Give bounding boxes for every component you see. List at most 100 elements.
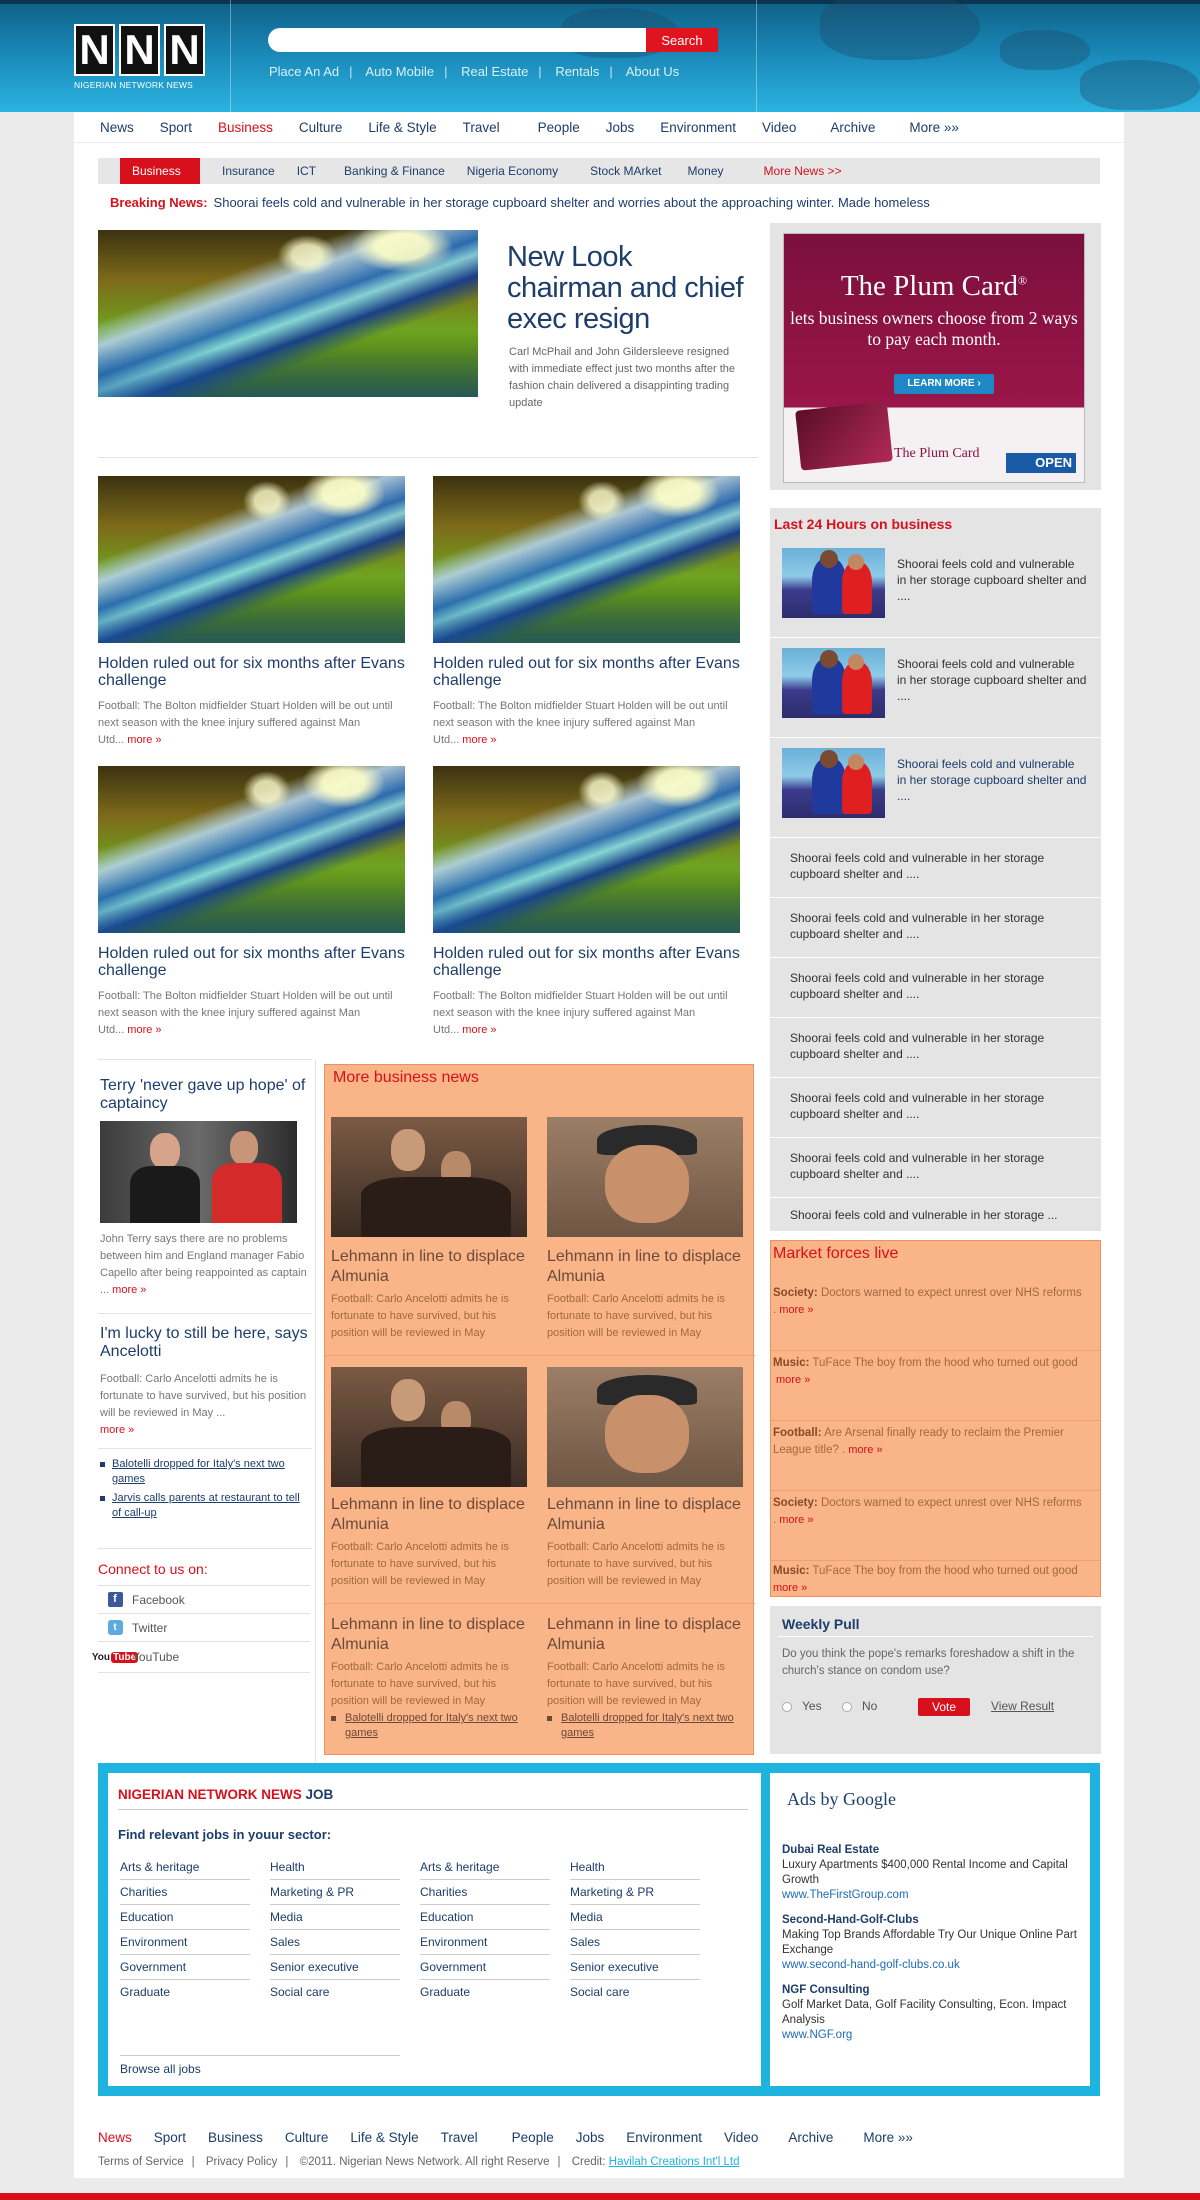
job-sector-link[interactable]: Marketing & PR <box>270 1880 400 1905</box>
lead-story-title[interactable]: New Look chairman and chief exec resign <box>507 242 747 335</box>
job-sector-link[interactable]: Government <box>120 1955 250 1980</box>
footer-nav-news[interactable]: News <box>98 2130 132 2145</box>
subnav-insurance[interactable]: Insurance <box>222 164 275 178</box>
story-image[interactable] <box>98 766 405 933</box>
more-link[interactable]: more » <box>779 1514 813 1526</box>
site-logo[interactable]: N N N <box>74 24 210 76</box>
more-link[interactable]: more » <box>779 1304 813 1316</box>
google-ad[interactable]: Second-Hand-Golf-Clubs Making Top Brands… <box>782 1913 1082 1973</box>
more-link[interactable]: more » <box>773 1582 807 1594</box>
privacy-link[interactable]: Privacy Policy <box>206 2156 278 2168</box>
nav-environment[interactable]: Environment <box>634 120 736 135</box>
list-item[interactable]: Shoorai feels cold and vulnerable in her… <box>770 838 1101 898</box>
google-ad[interactable]: NGF Consulting Golf Market Data, Golf Fa… <box>782 1983 1082 2043</box>
job-sector-link[interactable]: Arts & heritage <box>120 1855 250 1880</box>
job-sector-link[interactable]: Environment <box>420 1930 550 1955</box>
side-story-title[interactable]: Terry 'never gave up hope' of captaincy <box>100 1077 310 1113</box>
nav-people[interactable]: People <box>500 120 580 135</box>
subnav-money[interactable]: Money <box>688 164 724 178</box>
story-title[interactable]: Holden ruled out for six months after Ev… <box>433 945 743 979</box>
vote-button[interactable]: Vote <box>918 1698 970 1716</box>
footer-nav-culture[interactable]: Culture <box>285 2130 329 2145</box>
terry-photo[interactable] <box>100 1121 297 1223</box>
credit-link[interactable]: Havilah Creations Int'l Ltd <box>609 2156 740 2168</box>
job-sector-link[interactable]: Social care <box>270 1980 400 2005</box>
top-link-rentals[interactable]: Rentals <box>555 64 599 79</box>
nav-archive[interactable]: Archive <box>796 120 875 135</box>
job-sector-link[interactable]: Media <box>570 1905 700 1930</box>
nav-travel[interactable]: Travel <box>437 120 500 135</box>
subnav-more-news[interactable]: More News >> <box>764 164 842 178</box>
search-button[interactable]: Search <box>646 28 718 52</box>
job-sector-link[interactable]: Environment <box>120 1930 250 1955</box>
mbn-story-title[interactable]: Lehmann in line to displace Almunia <box>547 1615 747 1655</box>
more-link[interactable]: more » <box>100 1424 134 1436</box>
list-item[interactable]: Shoorai feels cold and vulnerable in her… <box>770 538 1101 638</box>
search-input[interactable] <box>268 28 646 52</box>
footer-nav-environment[interactable]: Environment <box>626 2130 702 2145</box>
footer-nav-more[interactable]: More »» <box>863 2130 913 2145</box>
list-item[interactable]: Shoorai feels cold and vulnerable in her… <box>770 898 1101 958</box>
ad-learn-more-button[interactable]: LEARN MORE › <box>894 374 994 394</box>
nav-sport[interactable]: Sport <box>134 120 192 135</box>
poll-radio-no[interactable] <box>842 1702 852 1712</box>
story-image[interactable] <box>433 476 740 643</box>
top-link-about-us[interactable]: About Us <box>626 64 679 79</box>
social-youtube[interactable]: You Tube YouTube <box>92 1641 310 1673</box>
job-sector-link[interactable]: Media <box>270 1905 400 1930</box>
footer-nav-archive[interactable]: Archive <box>788 2130 833 2145</box>
subnav-current[interactable]: Business <box>120 158 200 184</box>
job-sector-link[interactable]: Senior executive <box>570 1955 700 1980</box>
more-link[interactable]: more » <box>462 734 496 746</box>
job-sector-link[interactable]: Social care <box>570 1980 700 2005</box>
footer-nav-business[interactable]: Business <box>208 2130 263 2145</box>
list-item[interactable]: Shoorai feels cold and vulnerable in her… <box>770 958 1101 1018</box>
job-sector-link[interactable]: Education <box>420 1905 550 1930</box>
subnav-ict[interactable]: ICT <box>297 164 316 178</box>
footer-nav-travel[interactable]: Travel <box>441 2130 478 2145</box>
footer-nav-jobs[interactable]: Jobs <box>576 2130 605 2145</box>
footer-nav-people[interactable]: People <box>512 2130 554 2145</box>
nav-life-style[interactable]: Life & Style <box>342 120 436 135</box>
subnav-banking[interactable]: Banking & Finance <box>344 164 445 178</box>
mbn-story-title[interactable]: Lehmann in line to displace Almunia <box>331 1615 531 1655</box>
job-sector-link[interactable]: Arts & heritage <box>420 1855 550 1880</box>
terms-link[interactable]: Terms of Service <box>98 2156 184 2168</box>
job-sector-link[interactable]: Senior executive <box>270 1955 400 1980</box>
more-link[interactable]: more » <box>776 1374 810 1386</box>
top-link-place-ad[interactable]: Place An Ad <box>269 64 339 79</box>
nav-culture[interactable]: Culture <box>273 120 343 135</box>
footer-nav-life-style[interactable]: Life & Style <box>350 2130 418 2145</box>
story-image[interactable] <box>98 476 405 643</box>
more-link[interactable]: more » <box>127 1024 161 1036</box>
nav-more[interactable]: More »» <box>875 120 959 135</box>
job-sector-link[interactable]: Health <box>270 1855 400 1880</box>
top-link-auto-mobile[interactable]: Auto Mobile <box>365 64 434 79</box>
bullet-link[interactable]: Balotelli dropped for Italy's next two g… <box>331 1711 521 1741</box>
list-item[interactable]: Shoorai feels cold and vulnerable in her… <box>770 1138 1101 1198</box>
footer-nav-sport[interactable]: Sport <box>154 2130 186 2145</box>
nav-news[interactable]: News <box>74 120 134 135</box>
job-sector-link[interactable]: Education <box>120 1905 250 1930</box>
nav-video[interactable]: Video <box>736 120 796 135</box>
lehmann-photo[interactable] <box>331 1117 527 1237</box>
plum-card-ad[interactable]: The Plum Card® lets business owners choo… <box>783 233 1085 483</box>
lehmann-photo[interactable] <box>331 1367 527 1487</box>
subnav-stock[interactable]: Stock MArket <box>590 164 661 178</box>
job-sector-link[interactable]: Graduate <box>420 1980 550 2005</box>
footer-nav-video[interactable]: Video <box>724 2130 758 2145</box>
bullet-link[interactable]: Balotelli dropped for Italy's next two g… <box>100 1457 300 1487</box>
job-sector-link[interactable]: Charities <box>420 1880 550 1905</box>
top-link-real-estate[interactable]: Real Estate <box>461 64 528 79</box>
player-photo[interactable] <box>547 1117 743 1237</box>
view-result-link[interactable]: View Result <box>991 1699 1054 1713</box>
more-link[interactable]: more » <box>848 1444 882 1456</box>
bullet-link[interactable]: Jarvis calls parents at restaurant to te… <box>100 1491 300 1521</box>
list-item[interactable]: Shoorai feels cold and vulnerable in her… <box>770 638 1101 738</box>
browse-all-jobs-link[interactable]: Browse all jobs <box>120 2055 400 2076</box>
job-sector-link[interactable]: Health <box>570 1855 700 1880</box>
mbn-story-title[interactable]: Lehmann in line to displace Almunia <box>331 1495 531 1535</box>
list-item[interactable]: Shoorai feels cold and vulnerable in her… <box>770 1198 1101 1231</box>
story-title[interactable]: Holden ruled out for six months after Ev… <box>98 945 408 979</box>
more-link[interactable]: more » <box>462 1024 496 1036</box>
